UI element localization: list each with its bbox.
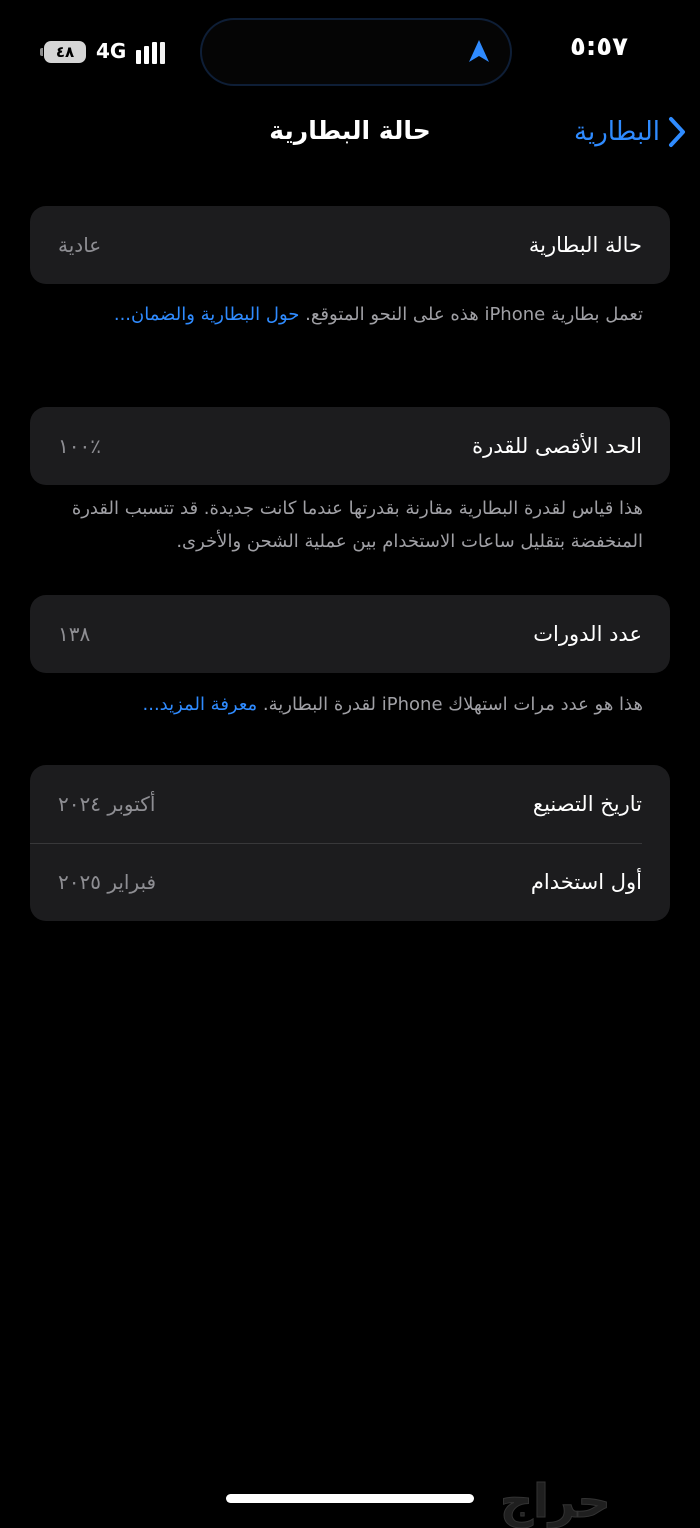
- learn-more-link[interactable]: معرفة المزيد...: [143, 694, 258, 715]
- manufacture-date-value: أكتوبر ٢٠٢٤: [58, 792, 156, 816]
- network-type: 4G: [96, 39, 127, 63]
- battery-indicator: ٤٨: [40, 41, 86, 63]
- maximum-capacity-value: ٪١٠٠: [58, 434, 101, 458]
- maximum-capacity-footnote-text: هذا قياس لقدرة البطارية مقارنة بقدرتها ع…: [71, 498, 643, 552]
- navigation-bar: حالة البطارية البطارية: [0, 106, 700, 166]
- manufacture-date-label: تاريخ التصنيع: [532, 792, 642, 816]
- dates-card: تاريخ التصنيع أكتوبر ٢٠٢٤ أول استخدام فب…: [30, 765, 670, 921]
- battery-health-value: عادية: [58, 233, 102, 257]
- about-battery-warranty-link[interactable]: حول البطارية والضمان...: [114, 304, 300, 325]
- status-time: ٥:٥٧: [570, 32, 629, 62]
- chevron-right-icon: [668, 116, 686, 148]
- maximum-capacity-row: الحد الأقصى للقدرة ٪١٠٠: [30, 407, 670, 485]
- cellular-signal-icon: [136, 40, 170, 64]
- haraj-watermark: حراج: [500, 1474, 612, 1528]
- back-button-label: البطارية: [574, 117, 660, 147]
- cycle-count-footnote-text: هذا هو عدد مرات استهلاك iPhone لقدرة الب…: [262, 694, 643, 715]
- status-bar: ٤٨ 4G ٥:٥٧: [0, 0, 700, 100]
- battery-health-footnote: تعمل بطارية iPhone هذه على النحو المتوقع…: [55, 298, 643, 331]
- back-button[interactable]: البطارية: [574, 116, 686, 148]
- manufacture-date-row: تاريخ التصنيع أكتوبر ٢٠٢٤: [30, 765, 670, 843]
- cycle-count-value: ١٣٨: [58, 622, 91, 646]
- location-arrow-icon: [469, 40, 489, 62]
- home-indicator[interactable]: [226, 1494, 474, 1503]
- first-use-label: أول استخدام: [530, 870, 642, 894]
- battery-health-label: حالة البطارية: [528, 233, 642, 257]
- first-use-row: أول استخدام فبراير ٢٠٢٥: [30, 843, 670, 921]
- maximum-capacity-card: الحد الأقصى للقدرة ٪١٠٠: [30, 407, 670, 485]
- cycle-count-card: عدد الدورات ١٣٨: [30, 595, 670, 673]
- battery-health-card: حالة البطارية عادية: [30, 206, 670, 284]
- battery-health-row: حالة البطارية عادية: [30, 206, 670, 284]
- battery-health-footnote-text: تعمل بطارية iPhone هذه على النحو المتوقع…: [305, 304, 643, 325]
- cycle-count-label: عدد الدورات: [533, 622, 642, 646]
- maximum-capacity-label: الحد الأقصى للقدرة: [472, 434, 642, 458]
- cycle-count-footnote: هذا هو عدد مرات استهلاك iPhone لقدرة الب…: [55, 688, 644, 721]
- cycle-count-row: عدد الدورات ١٣٨: [30, 595, 670, 673]
- first-use-value: فبراير ٢٠٢٥: [58, 870, 157, 894]
- maximum-capacity-footnote: هذا قياس لقدرة البطارية مقارنة بقدرتها ع…: [55, 492, 643, 558]
